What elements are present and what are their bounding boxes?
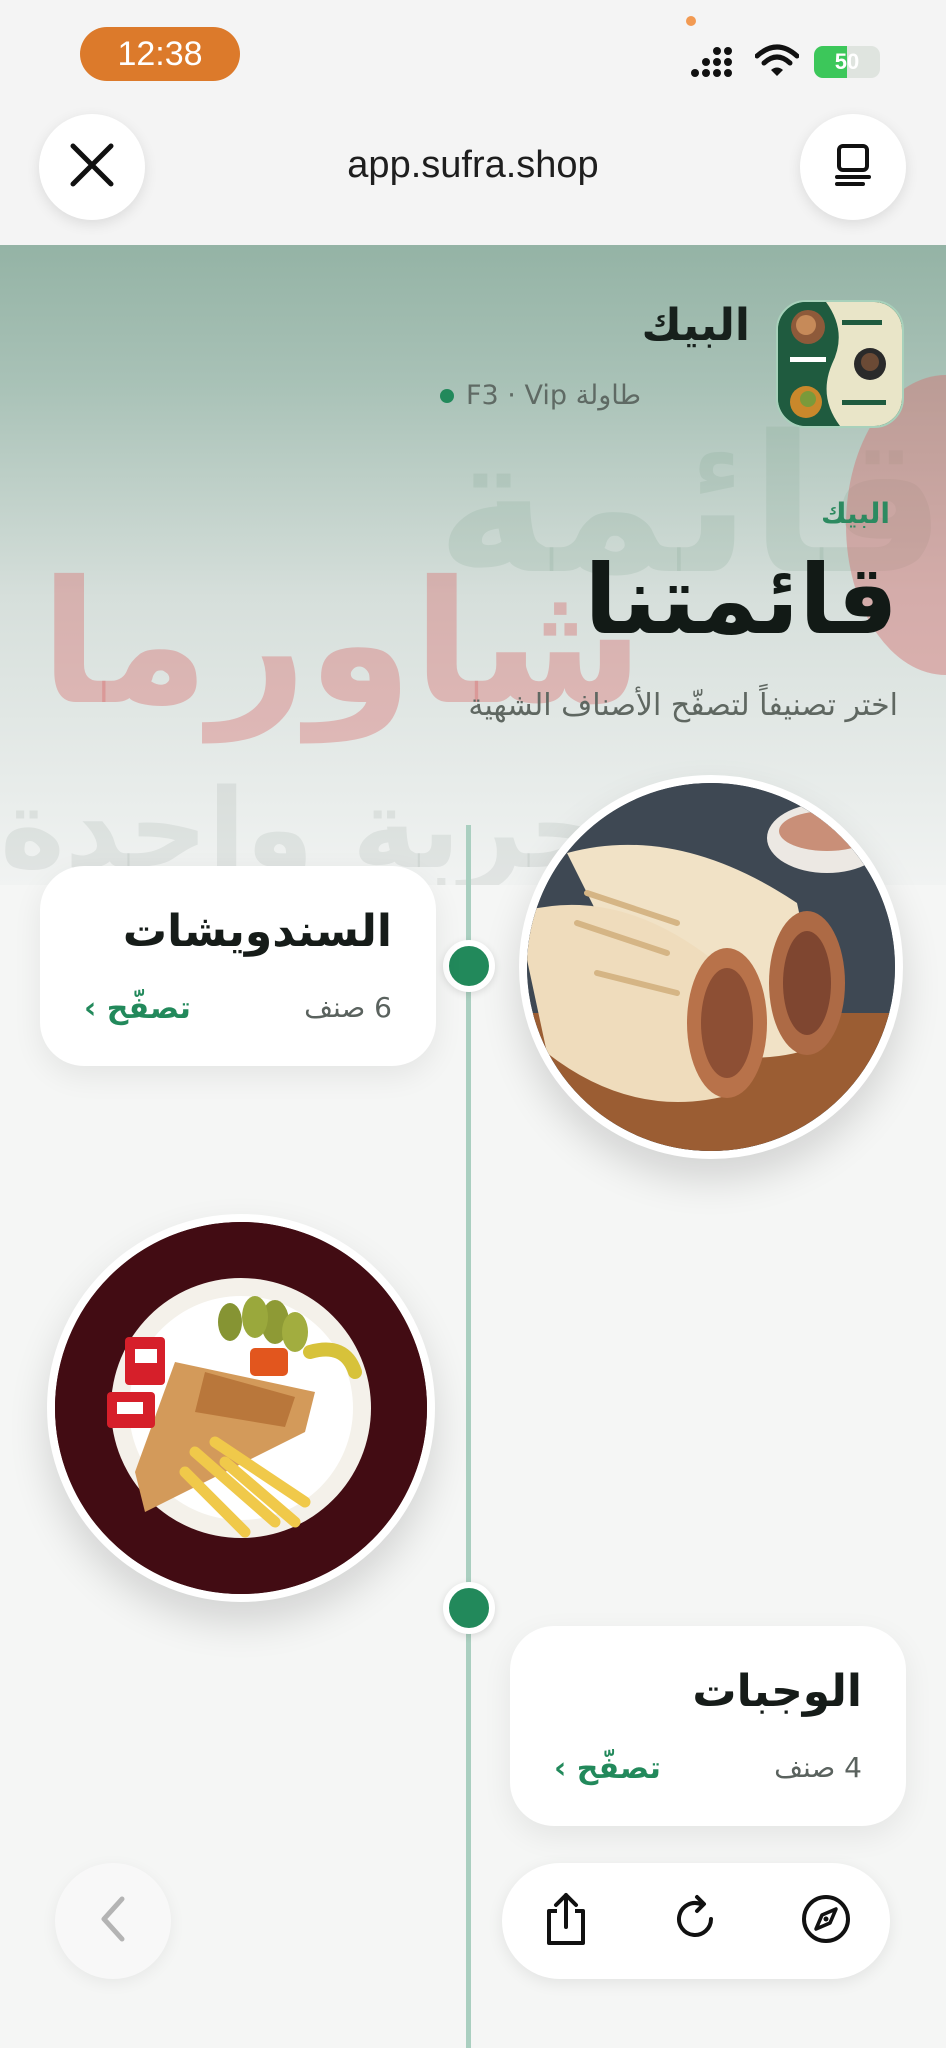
- timeline-node-meals: [443, 1582, 495, 1634]
- compass-icon: [800, 1893, 852, 1949]
- category-browse-link[interactable]: تصفّح ›: [554, 1751, 661, 1786]
- sandwiches-image[interactable]: [519, 775, 903, 1159]
- table-label: طاولة F3 · Vip: [466, 380, 642, 411]
- reload-button[interactable]: [666, 1891, 726, 1951]
- category-card-meals[interactable]: الوجبات 4 صنف تصفّح ›: [510, 1626, 906, 1826]
- battery-percent: 50: [834, 49, 860, 74]
- browser-actions-bar: [502, 1863, 890, 1979]
- category-card-sandwiches[interactable]: السندويشات 6 صنف تصفّح ›: [40, 866, 436, 1066]
- url-bar[interactable]: app.sufra.shop: [240, 135, 706, 195]
- tabs-button[interactable]: [800, 114, 906, 220]
- privacy-indicator-dot: [686, 16, 696, 26]
- compass-button[interactable]: [796, 1891, 856, 1951]
- chevron-left-icon: [96, 1895, 130, 1947]
- category-title: السندويشات: [122, 906, 392, 957]
- restaurant-name: البيك: [641, 300, 751, 351]
- reload-icon: [671, 1894, 721, 1948]
- timeline-line: [466, 825, 471, 2048]
- close-icon: [69, 142, 115, 192]
- category-count: 6 صنف: [304, 991, 392, 1024]
- tabs-icon: [833, 143, 873, 191]
- category-browse-link[interactable]: تصفّح ›: [84, 991, 191, 1026]
- wifi-icon: [754, 44, 800, 82]
- page-title: قائمتنا: [584, 544, 898, 656]
- page-subtitle: اختر تصنيفاً لتصفّح الأصناف الشهية: [468, 688, 898, 723]
- timeline-node-sandwiches: [443, 940, 495, 992]
- restaurant-logo: [776, 300, 904, 428]
- back-button[interactable]: [55, 1863, 171, 1979]
- share-button[interactable]: [536, 1891, 596, 1951]
- battery-indicator: 50: [814, 46, 880, 78]
- share-icon: [542, 1891, 590, 1951]
- status-time: 12:38: [80, 27, 240, 81]
- close-button[interactable]: [39, 114, 145, 220]
- category-count: 4 صنف: [774, 1751, 862, 1784]
- signal-icon: [690, 46, 740, 82]
- table-info: طاولة F3 · Vip: [440, 380, 740, 411]
- meals-image[interactable]: [47, 1214, 435, 1602]
- hero-eyebrow: البيك: [820, 497, 890, 530]
- table-status-dot: [440, 388, 454, 403]
- category-title: الوجبات: [692, 1666, 862, 1717]
